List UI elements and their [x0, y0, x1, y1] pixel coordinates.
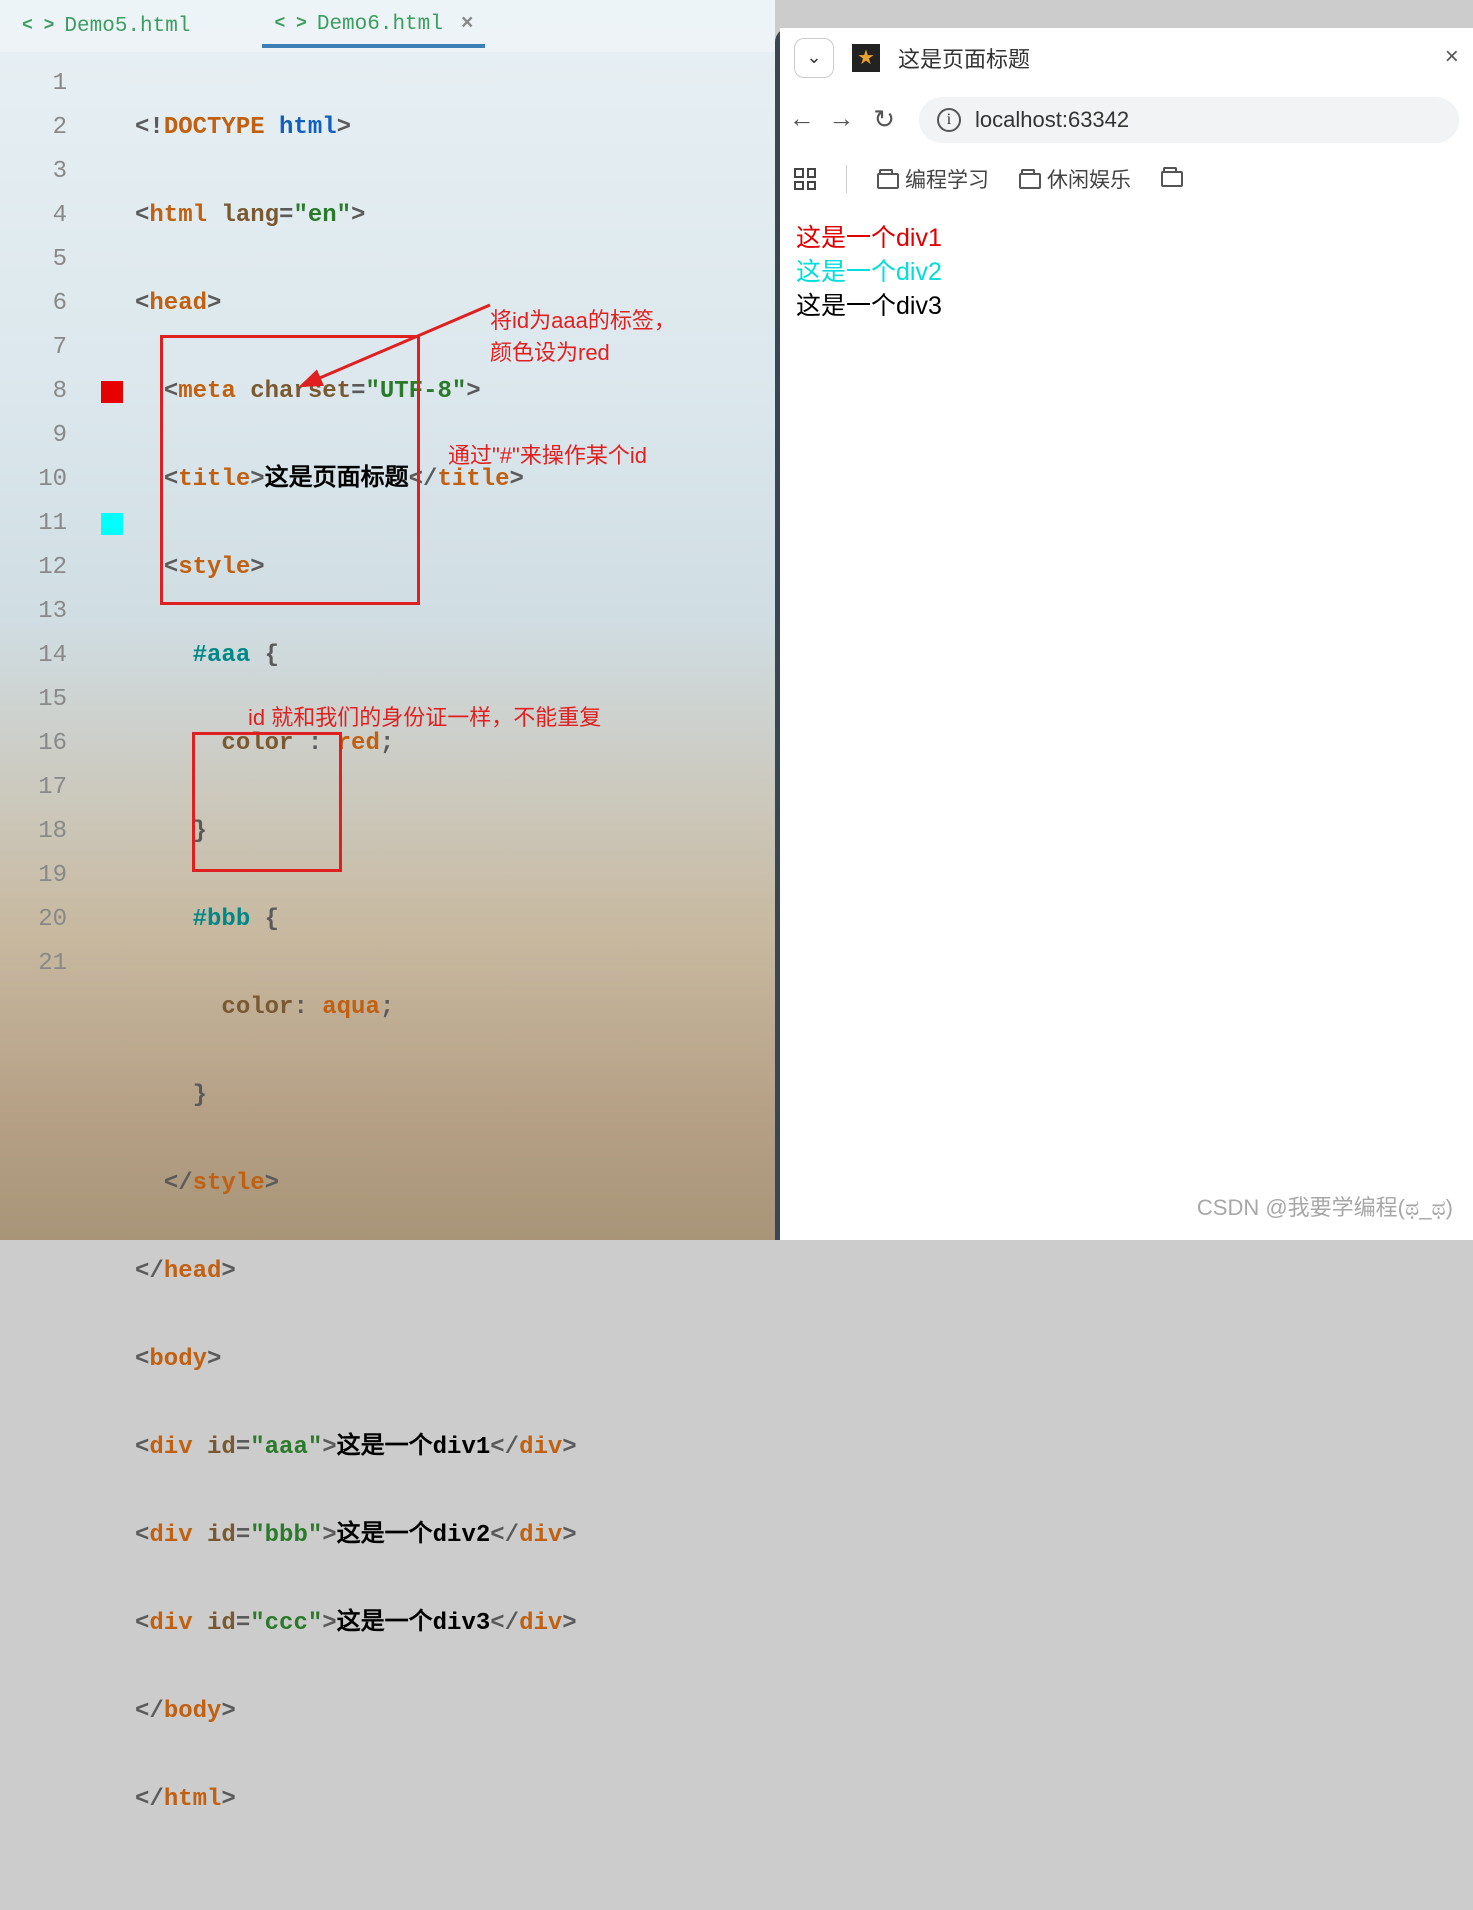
code-editor-pane: < > Demo5.html < > Demo6.html × 1 2 3 4 … — [0, 0, 775, 1240]
line-number: 1 — [0, 62, 67, 106]
color-swatch-aqua — [101, 513, 123, 535]
line-number: 7 — [0, 326, 67, 370]
back-icon[interactable]: ← — [794, 105, 810, 135]
line-number: 13 — [0, 590, 67, 634]
code-icon: < > — [22, 16, 54, 36]
close-icon[interactable]: × — [1445, 45, 1459, 72]
close-icon[interactable]: × — [461, 13, 474, 36]
line-number: 4 — [0, 194, 67, 238]
folder-icon — [1161, 171, 1183, 187]
page-content: 这是一个div1 这是一个div2 这是一个div3 — [780, 206, 1473, 339]
line-number: 12 — [0, 546, 67, 590]
line-number: 3 — [0, 150, 67, 194]
apps-icon[interactable] — [794, 168, 816, 190]
bookmark-folder[interactable] — [1161, 167, 1189, 191]
bookmark-folder[interactable]: 编程学习 — [877, 164, 989, 194]
url-text: localhost:63342 — [975, 107, 1129, 133]
editor-tabs: < > Demo5.html < > Demo6.html × — [0, 0, 775, 52]
line-number: 6 — [0, 282, 67, 326]
line-number: 14 — [0, 634, 67, 678]
tab-dropdown-icon[interactable]: ⌄ — [794, 38, 834, 78]
bookmarks-bar: 编程学习 休闲娱乐 — [780, 152, 1473, 206]
code-area: 1 2 3 4 5 6 7 8 9 10 11 12 13 14 15 16 1… — [0, 52, 775, 1910]
tab-label: Demo5.html — [64, 15, 190, 38]
annotation-box-ids — [192, 732, 342, 872]
color-swatch-red — [101, 381, 123, 403]
browser-toolbar: ← → ↻ i localhost:63342 — [780, 88, 1473, 152]
browser-tab-title: 这是页面标题 — [898, 42, 1427, 74]
tab-label: Demo6.html — [317, 13, 443, 36]
browser-pane: ⌄ ★ 这是页面标题 × ← → ↻ i localhost:63342 编程学… — [775, 28, 1473, 1240]
line-number: 19 — [0, 854, 67, 898]
tab-demo6[interactable]: < > Demo6.html × — [262, 5, 485, 48]
line-number: 20 — [0, 898, 67, 942]
forward-icon[interactable]: → — [834, 105, 850, 135]
bookmark-folder[interactable]: 休闲娱乐 — [1019, 164, 1131, 194]
line-number: 15 — [0, 678, 67, 722]
reload-icon[interactable]: ↻ — [873, 105, 895, 136]
line-gutter: 1 2 3 4 5 6 7 8 9 10 11 12 13 14 15 16 1… — [0, 62, 95, 1910]
line-number: 18 — [0, 810, 67, 854]
tab-demo5[interactable]: < > Demo5.html — [10, 7, 202, 46]
folder-icon — [877, 173, 899, 189]
line-number: 8 — [0, 370, 67, 414]
watermark-text: CSDN @我要学编程(ಥ_ಥ) — [1197, 1190, 1453, 1222]
line-number: 11 — [0, 502, 67, 546]
separator — [846, 165, 847, 193]
folder-icon — [1019, 173, 1041, 189]
line-number: 16 — [0, 722, 67, 766]
code-icon: < > — [274, 14, 306, 34]
line-number: 5 — [0, 238, 67, 282]
div3-text: 这是一个div3 — [796, 290, 1457, 324]
favicon-icon: ★ — [852, 44, 880, 72]
div2-text: 这是一个div2 — [796, 256, 1457, 290]
line-number: 17 — [0, 766, 67, 810]
div1-text: 这是一个div1 — [796, 222, 1457, 256]
browser-titlebar: ⌄ ★ 这是页面标题 × — [780, 28, 1473, 88]
url-bar[interactable]: i localhost:63342 — [919, 97, 1459, 143]
line-number: 2 — [0, 106, 67, 150]
line-number: 10 — [0, 458, 67, 502]
info-icon[interactable]: i — [937, 108, 961, 132]
line-number: 21 — [0, 942, 67, 986]
annotation-box-css — [160, 335, 420, 605]
line-number: 9 — [0, 414, 67, 458]
